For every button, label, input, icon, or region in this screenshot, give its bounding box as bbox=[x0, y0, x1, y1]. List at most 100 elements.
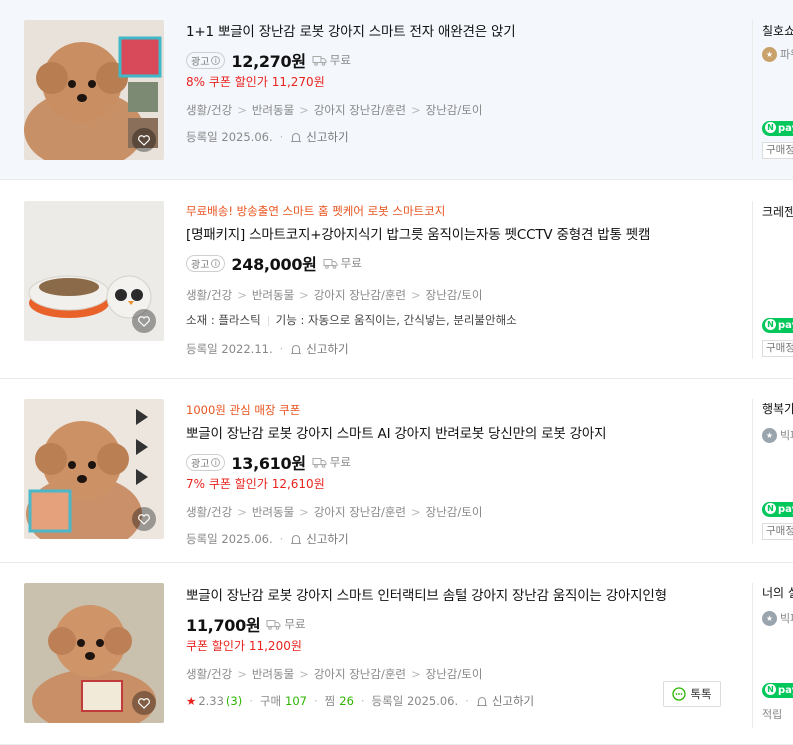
attribute-material: 소재 : 플라스틱 bbox=[186, 313, 261, 327]
category-link[interactable]: 장난감/토이 bbox=[426, 667, 483, 681]
category-link[interactable]: 생활/건강 bbox=[186, 103, 232, 117]
shipping-info: 무료 bbox=[312, 454, 351, 470]
product-info: 1+1 뽀글이 장난감 로봇 강아지 스마트 전자 애완견은 앉기 광고 i 12… bbox=[186, 22, 746, 147]
product-meta: 등록일 2022.11. · 신고하기 bbox=[186, 339, 746, 359]
truck-icon bbox=[312, 457, 327, 468]
category-link[interactable]: 반려동물 bbox=[252, 288, 294, 302]
siren-icon bbox=[476, 696, 487, 707]
chat-bubble-icon bbox=[672, 687, 687, 701]
category-link[interactable]: 강아지 장난감/훈련 bbox=[314, 505, 406, 519]
wishlist-heart-icon[interactable] bbox=[132, 128, 156, 152]
shipping-info: 무료 bbox=[266, 616, 306, 632]
breadcrumb: 생활/건강 > 반려동물 > 강아지 장난감/훈련 > 장난감/토이 bbox=[186, 288, 483, 302]
truck-icon bbox=[266, 619, 281, 630]
siren-icon bbox=[291, 534, 302, 545]
coupon-price: 7% 쿠폰 할인가 12,610원 bbox=[186, 477, 325, 491]
product-list: 1+1 뽀글이 장난감 로봇 강아지 스마트 전자 애완견은 앉기 광고 i 12… bbox=[0, 0, 793, 745]
seller-tag: 적립 bbox=[762, 708, 783, 721]
wishlist-heart-icon[interactable] bbox=[132, 507, 156, 531]
info-icon: i bbox=[211, 457, 221, 467]
report-button[interactable]: 신고하기 bbox=[290, 529, 349, 549]
product-price: 12,270원 bbox=[231, 52, 306, 71]
seller-tag: 구매정 bbox=[762, 142, 793, 159]
category-link[interactable]: 생활/건강 bbox=[186, 288, 232, 302]
product-thumbnail[interactable] bbox=[24, 399, 164, 539]
registration-date: 등록일 2022.11. bbox=[186, 342, 273, 356]
product-meta: 등록일 2025.06. · 신고하기 bbox=[186, 127, 746, 147]
seller-grade: ★빅파 bbox=[762, 427, 793, 443]
category-link[interactable]: 장난감/토이 bbox=[426, 103, 483, 117]
list-item: 1000원 관심 매장 쿠폰 뽀글이 장난감 로봇 강아지 스마트 AI 강아지… bbox=[0, 380, 793, 563]
product-price: 13,610원 bbox=[231, 454, 306, 473]
siren-icon bbox=[291, 132, 302, 143]
talktalk-button[interactable]: 톡톡 bbox=[663, 681, 721, 707]
seller-grade: ★파워 bbox=[762, 46, 793, 62]
wishlist-heart-icon[interactable] bbox=[132, 691, 156, 715]
medal-icon: ★ bbox=[762, 610, 777, 626]
shipping-info: 무료 bbox=[312, 52, 351, 68]
promo-text[interactable]: 1000원 관심 매장 쿠폰 bbox=[186, 402, 746, 418]
category-link[interactable]: 반려동물 bbox=[252, 505, 294, 519]
npay-badge: Npay bbox=[762, 683, 793, 698]
ad-badge[interactable]: 광고 i bbox=[186, 254, 226, 272]
zzim-count: 26 bbox=[339, 694, 354, 708]
truck-icon bbox=[312, 55, 327, 66]
review-count[interactable]: (3) bbox=[226, 691, 242, 711]
product-title[interactable]: 1+1 뽀글이 장난감 로봇 강아지 스마트 전자 애완견은 앉기 bbox=[186, 22, 746, 42]
wishlist-heart-icon[interactable] bbox=[132, 309, 156, 333]
category-link[interactable]: 강아지 장난감/훈련 bbox=[314, 103, 406, 117]
seller-name[interactable]: 칠호쇼 bbox=[762, 22, 793, 39]
medal-icon: ★ bbox=[762, 427, 777, 443]
medal-icon: ★ bbox=[762, 46, 777, 62]
registration-date: 등록일 2025.06. bbox=[186, 532, 273, 546]
product-price: 248,000원 bbox=[231, 255, 317, 274]
category-link[interactable]: 강아지 장난감/훈련 bbox=[314, 288, 406, 302]
product-title[interactable]: 뽀글이 장난감 로봇 강아지 스마트 AI 강아지 반려로봇 당신만의 로봇 강… bbox=[186, 424, 746, 444]
product-info: 1000원 관심 매장 쿠폰 뽀글이 장난감 로봇 강아지 스마트 AI 강아지… bbox=[186, 402, 746, 549]
product-attributes: 소재 : 플라스틱 기능 : 자동으로 움직이는, 간식넣는, 분리불안해소 bbox=[186, 311, 746, 329]
product-price: 11,700원 bbox=[186, 616, 261, 635]
report-button[interactable]: 신고하기 bbox=[476, 691, 534, 711]
info-icon: i bbox=[211, 55, 221, 65]
rating: 2.33 bbox=[198, 694, 224, 708]
category-link[interactable]: 반려동물 bbox=[252, 103, 294, 117]
product-thumbnail[interactable] bbox=[24, 201, 164, 341]
category-link[interactable]: 생활/건강 bbox=[186, 505, 232, 519]
ad-badge[interactable]: 광고 i bbox=[186, 51, 226, 69]
product-info: 무료배송! 방송출연 스마트 홈 펫케어 로봇 스마트코지 [명패키지] 스마트… bbox=[186, 203, 746, 359]
purchase-count: 107 bbox=[285, 694, 307, 708]
promo-text[interactable]: 무료배송! 방송출연 스마트 홈 펫케어 로봇 스마트코지 bbox=[186, 203, 746, 219]
truck-icon bbox=[323, 258, 338, 269]
breadcrumb: 생활/건강 > 반려동물 > 강아지 장난감/훈련 > 장난감/토이 bbox=[186, 103, 483, 117]
coupon-price: 쿠폰 할인가 11,200원 bbox=[186, 639, 302, 653]
report-button[interactable]: 신고하기 bbox=[290, 339, 349, 359]
npay-badge: Npay bbox=[762, 121, 793, 136]
seller-name[interactable]: 너의 실 bbox=[762, 584, 793, 601]
category-link[interactable]: 강아지 장난감/훈련 bbox=[314, 667, 406, 681]
shipping-info: 무료 bbox=[323, 255, 362, 271]
category-link[interactable]: 장난감/토이 bbox=[426, 288, 483, 302]
product-thumbnail[interactable] bbox=[24, 20, 164, 160]
seller-name[interactable]: 크레젠 bbox=[762, 203, 793, 220]
report-button[interactable]: 신고하기 bbox=[290, 127, 349, 147]
list-item: 무료배송! 방송출연 스마트 홈 펫케어 로봇 스마트코지 [명패키지] 스마트… bbox=[0, 181, 793, 379]
siren-icon bbox=[291, 344, 302, 355]
category-link[interactable]: 생활/건강 bbox=[186, 667, 232, 681]
purchase-label: 구매 bbox=[259, 694, 282, 708]
product-info: 뽀글이 장난감 로봇 강아지 스마트 인터랙티브 솜털 강아지 장난감 움직이는… bbox=[186, 586, 746, 711]
product-meta: 등록일 2025.06. · 신고하기 bbox=[186, 529, 746, 549]
product-meta: ★ 2.33 (3) · 구매 107 · 찜 26 · 등록일 2025.06. · 신고하기 bbox=[186, 691, 746, 711]
breadcrumb: 생활/건강 > 반려동물 > 강아지 장난감/훈련 > 장난감/토이 bbox=[186, 505, 483, 519]
product-title[interactable]: 뽀글이 장난감 로봇 강아지 스마트 인터랙티브 솜털 강아지 장난감 움직이는… bbox=[186, 586, 746, 606]
npay-badge: Npay bbox=[762, 318, 793, 333]
seller-name[interactable]: 행복가 bbox=[762, 400, 793, 417]
npay-badge: Npay bbox=[762, 502, 793, 517]
product-title[interactable]: [명패키지] 스마트코지+강아지식기 밥그릇 움직이는자동 펫CCTV 중형견 … bbox=[186, 225, 746, 245]
category-link[interactable]: 장난감/토이 bbox=[426, 505, 483, 519]
ad-badge[interactable]: 광고 i bbox=[186, 453, 226, 471]
info-icon: i bbox=[211, 258, 221, 268]
star-icon: ★ bbox=[186, 694, 197, 708]
registration-date: 등록일 2025.06. bbox=[371, 694, 459, 708]
category-link[interactable]: 반려동물 bbox=[252, 667, 294, 681]
product-thumbnail[interactable] bbox=[24, 583, 164, 723]
